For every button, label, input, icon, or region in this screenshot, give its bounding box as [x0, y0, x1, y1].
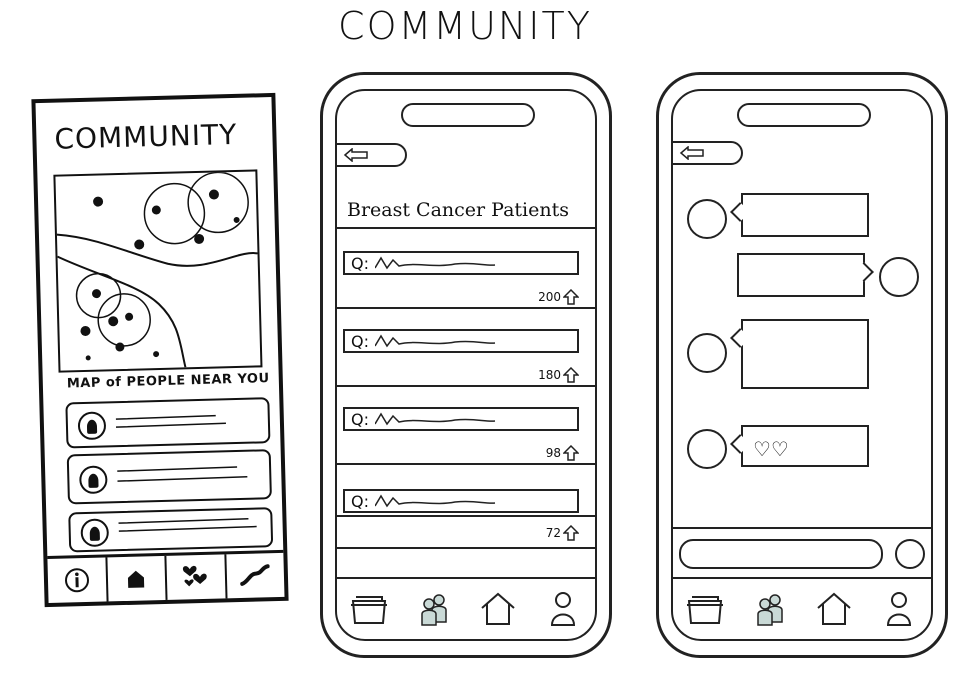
forum-screen: Breast Cancer Patients Q: 200 Q: 180 Q: …: [335, 89, 597, 641]
question-text-scribble: [374, 412, 496, 426]
question-label: Q:: [351, 331, 369, 351]
back-arrow-icon: [343, 148, 368, 162]
back-button[interactable]: [337, 143, 407, 167]
send-button[interactable]: [895, 539, 925, 569]
map-caption: MAP of PEOPLE NEAR YOU: [66, 371, 270, 392]
folder-icon: [351, 596, 388, 624]
group-title: Breast Cancer Patients: [347, 199, 569, 221]
upvote-icon: [563, 289, 579, 305]
divider: [673, 527, 931, 529]
chat-avatar[interactable]: [687, 199, 727, 239]
forum-tab-bar: [337, 577, 595, 639]
person-avatar-icon: [79, 465, 108, 495]
home-icon: [128, 570, 145, 588]
question-label: Q:: [351, 491, 369, 511]
placeholder-text-lines: [115, 414, 226, 428]
chat-bubble-incoming: [741, 193, 869, 237]
upvote-icon: [563, 367, 579, 383]
person-card[interactable]: [68, 507, 274, 553]
placeholder-text-lines: [118, 517, 257, 532]
map-screen-title: COMMUNITY: [54, 117, 238, 156]
question-text-scribble: [374, 494, 496, 508]
tab-community[interactable]: [414, 588, 454, 630]
tab-home[interactable]: [106, 555, 168, 602]
upvote-count[interactable]: 200: [538, 289, 579, 305]
chat-avatar[interactable]: [879, 257, 919, 297]
home-icon: [481, 592, 515, 625]
chat-bubble-outgoing: [737, 253, 865, 297]
tab-profile[interactable]: [543, 588, 583, 630]
chat-bubble-incoming: ♡♡: [741, 425, 869, 467]
message-input[interactable]: [679, 539, 883, 569]
tab-home[interactable]: [478, 588, 518, 630]
hearts-icon: [182, 565, 207, 587]
person-avatar-icon: [80, 518, 110, 548]
tab-info[interactable]: [47, 557, 109, 604]
tab-community[interactable]: [750, 588, 790, 630]
chat-tab-bar: [673, 577, 931, 639]
question-text-scribble: [374, 334, 496, 348]
upvote-count[interactable]: 98: [546, 445, 579, 461]
placeholder-text-lines: [117, 466, 248, 482]
question-text-scribble: [374, 256, 496, 270]
back-arrow-icon: [679, 146, 704, 160]
upvote-count-value: 98: [545, 446, 561, 460]
person-card[interactable]: [66, 449, 272, 505]
phone-speaker: [737, 103, 871, 127]
divider: [337, 385, 595, 387]
map-screen-tab-bar: [47, 549, 285, 604]
chat-avatar[interactable]: [687, 333, 727, 373]
chat-screen-phone: ♡♡: [656, 72, 948, 658]
folder-icon: [687, 596, 724, 624]
divider: [337, 227, 595, 229]
back-button[interactable]: [673, 141, 743, 165]
question-item[interactable]: Q:: [343, 489, 579, 513]
divider: [337, 463, 595, 465]
person-card[interactable]: [65, 397, 271, 449]
info-icon: [64, 568, 89, 593]
map-screen-phone: COMMUNITY MAP of PEOPLE NEAR YOU: [31, 92, 289, 608]
chat-screen: ♡♡: [671, 89, 933, 641]
question-item[interactable]: Q:: [343, 251, 579, 275]
tab-home[interactable]: [814, 588, 854, 630]
upvote-icon: [563, 445, 579, 461]
upvote-count[interactable]: 72: [546, 525, 579, 541]
divider: [337, 547, 595, 549]
chat-bubble-incoming: [741, 319, 869, 389]
person-avatar-icon: [77, 411, 107, 441]
forum-screen-phone: Breast Cancer Patients Q: 200 Q: 180 Q: …: [320, 72, 612, 658]
tab-folder[interactable]: [685, 588, 725, 630]
question-label: Q:: [351, 409, 369, 429]
divider: [337, 307, 595, 309]
people-icon: [757, 594, 783, 626]
chat-avatar[interactable]: [687, 429, 727, 469]
tab-trend[interactable]: [226, 553, 285, 598]
home-icon: [817, 592, 851, 625]
upvote-count-value: 200: [538, 290, 561, 304]
divider: [337, 515, 595, 517]
page-title: COMMUNITY: [338, 4, 592, 48]
upvote-count-value: 180: [538, 368, 561, 382]
upvote-icon: [563, 525, 579, 541]
question-item[interactable]: Q:: [343, 329, 579, 353]
tab-folder[interactable]: [349, 588, 389, 630]
people-icon: [421, 594, 447, 626]
hearts-reaction: ♡♡: [753, 437, 789, 461]
upvote-count-value: 72: [545, 526, 561, 540]
phone-speaker: [401, 103, 535, 127]
people-map[interactable]: [53, 169, 263, 373]
question-label: Q:: [351, 253, 369, 273]
profile-icon: [550, 592, 575, 626]
profile-icon: [886, 592, 911, 626]
tab-profile[interactable]: [879, 588, 919, 630]
trend-icon: [240, 564, 270, 586]
map-illustration: [56, 171, 258, 368]
tab-hearts[interactable]: [166, 554, 228, 600]
question-item[interactable]: Q:: [343, 407, 579, 431]
upvote-count[interactable]: 180: [538, 367, 579, 383]
